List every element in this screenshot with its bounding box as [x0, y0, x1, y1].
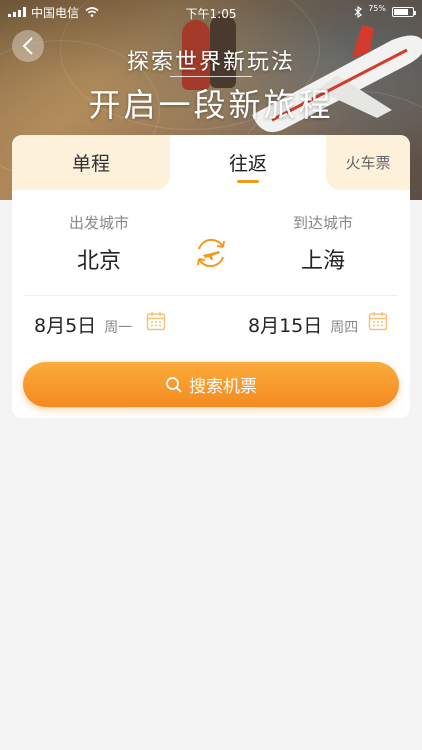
date-selector: 8月5日 周一 8月15日 周四	[12, 297, 410, 349]
arrival-city: 上海	[300, 249, 345, 274]
arrival-label: 到达城市	[292, 214, 353, 232]
trip-type-tabs: 单程 往返 火车票	[12, 135, 410, 190]
departure-city: 北京	[76, 249, 121, 274]
hero-subtitle: 探索世界新玩法	[126, 50, 295, 75]
departure-label: 出发城市	[68, 214, 129, 232]
plane-swap-icon[interactable]	[193, 235, 229, 271]
departure-city-selector[interactable]: 出发城市 北京	[24, 212, 174, 275]
status-time: 下午1:05	[185, 7, 237, 21]
return-date: 8月15日	[248, 315, 323, 337]
status-bar: 中国电信 下午1:05 75%	[0, 0, 422, 24]
hero-title: 开启一段新旅程	[88, 86, 334, 124]
chevron-left-icon	[22, 37, 33, 55]
calendar-icon[interactable]	[368, 311, 388, 331]
search-icon	[166, 376, 182, 393]
return-date-selector[interactable]: 8月15日 周四	[248, 311, 358, 338]
tab-train-ticket[interactable]: 火车票	[326, 135, 410, 190]
tab-one-way[interactable]: 单程	[12, 135, 170, 190]
departure-date-selector[interactable]: 8月5日 周一	[34, 311, 132, 338]
departure-date: 8月5日	[34, 315, 97, 337]
battery-level	[394, 9, 408, 15]
search-flights-button[interactable]: 搜索机票	[23, 362, 399, 407]
subtitle-divider	[170, 76, 252, 77]
search-button-label: 搜索机票	[189, 377, 257, 397]
active-tab-indicator	[237, 180, 259, 183]
route-selector: 出发城市 北京 到达城市 上海	[12, 190, 410, 295]
booking-card: 单程 往返 火车票 出发城市 北京 到达城市 上海 8月5日 周一 8月15日 …	[12, 135, 410, 418]
tab-label: 火车票	[345, 154, 391, 172]
tab-label: 单程	[71, 153, 110, 175]
back-button[interactable]	[12, 30, 44, 62]
return-weekday: 周四	[330, 320, 359, 336]
divider	[24, 295, 398, 296]
departure-weekday: 周一	[104, 320, 133, 336]
battery-percent: 75%	[368, 3, 386, 13]
battery-icon	[392, 7, 416, 17]
calendar-icon[interactable]	[146, 311, 166, 331]
tab-label: 往返	[228, 153, 267, 175]
arrival-city-selector[interactable]: 到达城市 上海	[248, 212, 398, 275]
